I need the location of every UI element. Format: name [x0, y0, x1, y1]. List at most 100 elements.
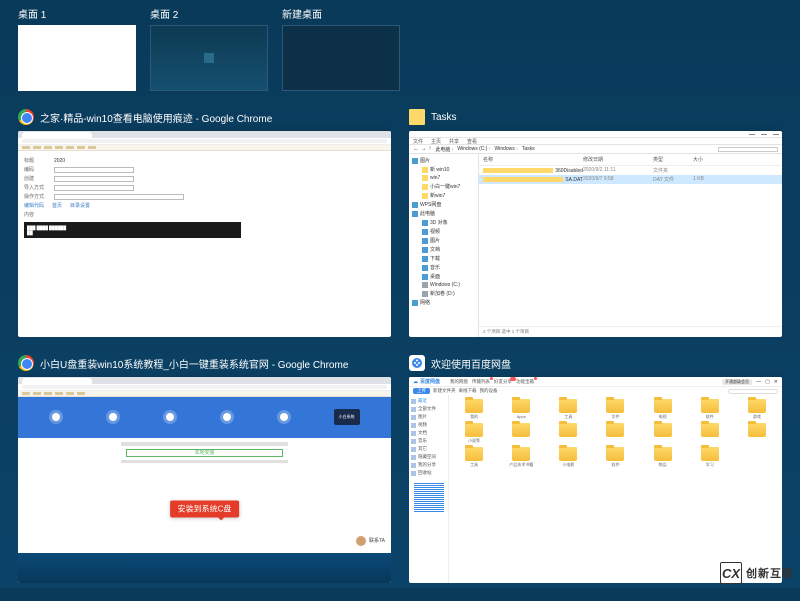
- tree-item[interactable]: 音乐: [412, 264, 475, 271]
- baidu-sidebar[interactable]: 最近全部文件图片视频文档音乐其它隐藏空间我的分享回收站: [409, 395, 449, 583]
- folder-item[interactable]: 工具: [545, 399, 591, 420]
- desktop-label: 桌面 1: [18, 6, 136, 21]
- sidebar-item[interactable]: 音乐: [411, 438, 446, 444]
- baidu-toolbar: 上传 新建文件夹 离线下载 我的设备: [409, 387, 782, 395]
- folder-item[interactable]: 产品技术书籍: [498, 447, 544, 468]
- tree-item[interactable]: 文档: [412, 246, 475, 253]
- folder-item[interactable]: Apps: [498, 399, 544, 420]
- window-thumbnail[interactable]: 小白系统 本地安装 安装到系统C盘 联系TA: [18, 377, 391, 583]
- folder-item[interactable]: 学习: [687, 447, 733, 468]
- folder-icon: [654, 423, 672, 437]
- sidebar-item[interactable]: 隐藏空间: [411, 454, 446, 460]
- sidebar-item[interactable]: 回收站: [411, 470, 446, 476]
- window-explorer[interactable]: Tasks 文件主页共享查看 ← → ↑ 此电脑 Windows (C:) Wi…: [409, 107, 782, 337]
- chrome-icon: [18, 355, 34, 371]
- tree-item[interactable]: 图片: [412, 157, 475, 164]
- sidebar-item[interactable]: 最近: [411, 398, 446, 404]
- folder-icon: [409, 109, 425, 125]
- maximize-icon[interactable]: ▢: [765, 379, 770, 385]
- tree-item[interactable]: 网络: [412, 299, 475, 306]
- baidu-tabs[interactable]: 我的网盘 传输列表 好友分享 功能宝箱: [450, 379, 534, 385]
- folder-icon: [512, 423, 530, 437]
- search-input[interactable]: [728, 389, 778, 394]
- tree-item[interactable]: 视频: [412, 228, 475, 235]
- desktop-2[interactable]: 桌面 2: [150, 6, 268, 91]
- vip-button[interactable]: 开通超级会员: [722, 379, 752, 385]
- explorer-tree[interactable]: 图片新 win10win7小白一键win7新win7WPS网盘此电脑3D 对象视…: [409, 154, 479, 337]
- avatar: [356, 536, 366, 546]
- baidu-netdisk-icon: [409, 355, 425, 371]
- window-title: Tasks: [431, 112, 457, 123]
- qr-code: [414, 482, 444, 512]
- desktop-label: 桌面 2: [150, 6, 268, 21]
- tree-item[interactable]: 小白一键win7: [412, 183, 475, 190]
- tree-item[interactable]: 下载: [412, 255, 475, 262]
- folder-item[interactable]: 我的: [451, 399, 497, 420]
- window-title: 小白U盘重装win10系统教程_小白一键重装系统官网 - Google Chro…: [40, 356, 348, 371]
- desktop-1[interactable]: 桌面 1: [18, 6, 136, 91]
- folder-item[interactable]: 文件: [592, 399, 638, 420]
- folder-item[interactable]: [640, 423, 686, 444]
- folder-item[interactable]: [734, 423, 780, 444]
- folder-icon: [559, 423, 577, 437]
- folder-icon: [559, 399, 577, 413]
- folder-item[interactable]: 电视: [640, 399, 686, 420]
- xiaobai-popup: 安装到系统C盘: [170, 500, 240, 517]
- window-title: 欢迎使用百度网盘: [431, 356, 511, 371]
- tree-item[interactable]: 新加卷 (D:): [412, 290, 475, 297]
- folder-item[interactable]: [592, 423, 638, 444]
- folder-item[interactable]: 软件: [592, 447, 638, 468]
- tree-item[interactable]: 3D 对象: [412, 219, 475, 226]
- folder-item[interactable]: 物品: [640, 447, 686, 468]
- folder-icon: [701, 447, 719, 461]
- sidebar-item[interactable]: 我的分享: [411, 462, 446, 468]
- sidebar-item[interactable]: 文档: [411, 430, 446, 436]
- tree-item[interactable]: 新 win10: [412, 166, 475, 173]
- tree-item[interactable]: 新win7: [412, 192, 475, 199]
- tree-item[interactable]: 图片: [412, 237, 475, 244]
- baidu-file-grid[interactable]: 我的Apps工具文件电视软件游戏小说等工具产品技术书籍小电影软件物品学习: [449, 395, 782, 583]
- tree-item[interactable]: win7: [412, 175, 475, 181]
- minimize-icon[interactable]: —: [756, 379, 761, 385]
- tree-item[interactable]: 桌面: [412, 273, 475, 280]
- desktop-new[interactable]: 新建桌面: [282, 6, 400, 91]
- window-baidu-netdisk[interactable]: 欢迎使用百度网盘 ☁百度网盘 我的网盘 传输列表 好友分享 功能宝箱 开通超级会…: [409, 353, 782, 583]
- tree-item[interactable]: 此电脑: [412, 210, 475, 217]
- folder-icon: [748, 423, 766, 437]
- tree-item[interactable]: WPS网盘: [412, 201, 475, 208]
- window-title: 之家·精品-win10查看电脑使用痕迹 - Google Chrome: [40, 110, 272, 125]
- window-thumbnail[interactable]: 标题2020 编码 创建 导入方式 操作方式 编辑代码首页目录设置 内容 ███…: [18, 131, 391, 337]
- window-thumbnail[interactable]: 文件主页共享查看 ← → ↑ 此电脑 Windows (C:) Windows …: [409, 131, 782, 337]
- desktop-thumbnail-active[interactable]: [18, 25, 136, 91]
- window-chrome-2[interactable]: 小白U盘重装win10系统教程_小白一键重装系统官网 - Google Chro…: [18, 353, 391, 583]
- sidebar-item[interactable]: 其它: [411, 446, 446, 452]
- folder-item[interactable]: 游戏: [734, 399, 780, 420]
- file-row[interactable]: 360Disabled2020/9/2 11:11文件夹: [479, 166, 782, 175]
- upload-button[interactable]: 上传: [413, 388, 430, 394]
- sidebar-item[interactable]: 图片: [411, 414, 446, 420]
- explorer-list[interactable]: 名称修改日期类型大小 360Disabled2020/9/2 11:11文件夹S…: [479, 154, 782, 337]
- folder-item[interactable]: [498, 423, 544, 444]
- window-thumbnail[interactable]: ☁百度网盘 我的网盘 传输列表 好友分享 功能宝箱 开通超级会员 — ▢ ✕ 上…: [409, 377, 782, 583]
- close-icon[interactable]: ✕: [774, 379, 778, 385]
- folder-item[interactable]: 软件: [687, 399, 733, 420]
- window-chrome-1[interactable]: 之家·精品-win10查看电脑使用痕迹 - Google Chrome 标题20…: [18, 107, 391, 337]
- desktop-thumbnail[interactable]: [150, 25, 268, 91]
- file-row[interactable]: SA.DAT2020/9/7 9:58DAT 文件1 KB: [479, 175, 782, 184]
- folder-icon: [606, 423, 624, 437]
- explorer-ribbon: 文件主页共享查看: [409, 138, 782, 145]
- sidebar-item[interactable]: 视频: [411, 422, 446, 428]
- breadcrumb[interactable]: ← → ↑ 此电脑 Windows (C:) Windows Tasks: [409, 145, 782, 154]
- search-input[interactable]: [718, 147, 778, 152]
- folder-item[interactable]: 工具: [451, 447, 497, 468]
- tree-item[interactable]: Windows (C:): [412, 282, 475, 288]
- virtual-desktop-bar: 桌面 1 桌面 2 新建桌面: [0, 0, 800, 101]
- folder-item[interactable]: 小电影: [545, 447, 591, 468]
- folder-item[interactable]: [545, 423, 591, 444]
- new-desktop-thumbnail[interactable]: [282, 25, 400, 91]
- folder-icon: [748, 399, 766, 413]
- sidebar-item[interactable]: 全部文件: [411, 406, 446, 412]
- folder-item[interactable]: 小说等: [451, 423, 497, 444]
- folder-item[interactable]: [687, 423, 733, 444]
- desktop-label: 新建桌面: [282, 6, 400, 21]
